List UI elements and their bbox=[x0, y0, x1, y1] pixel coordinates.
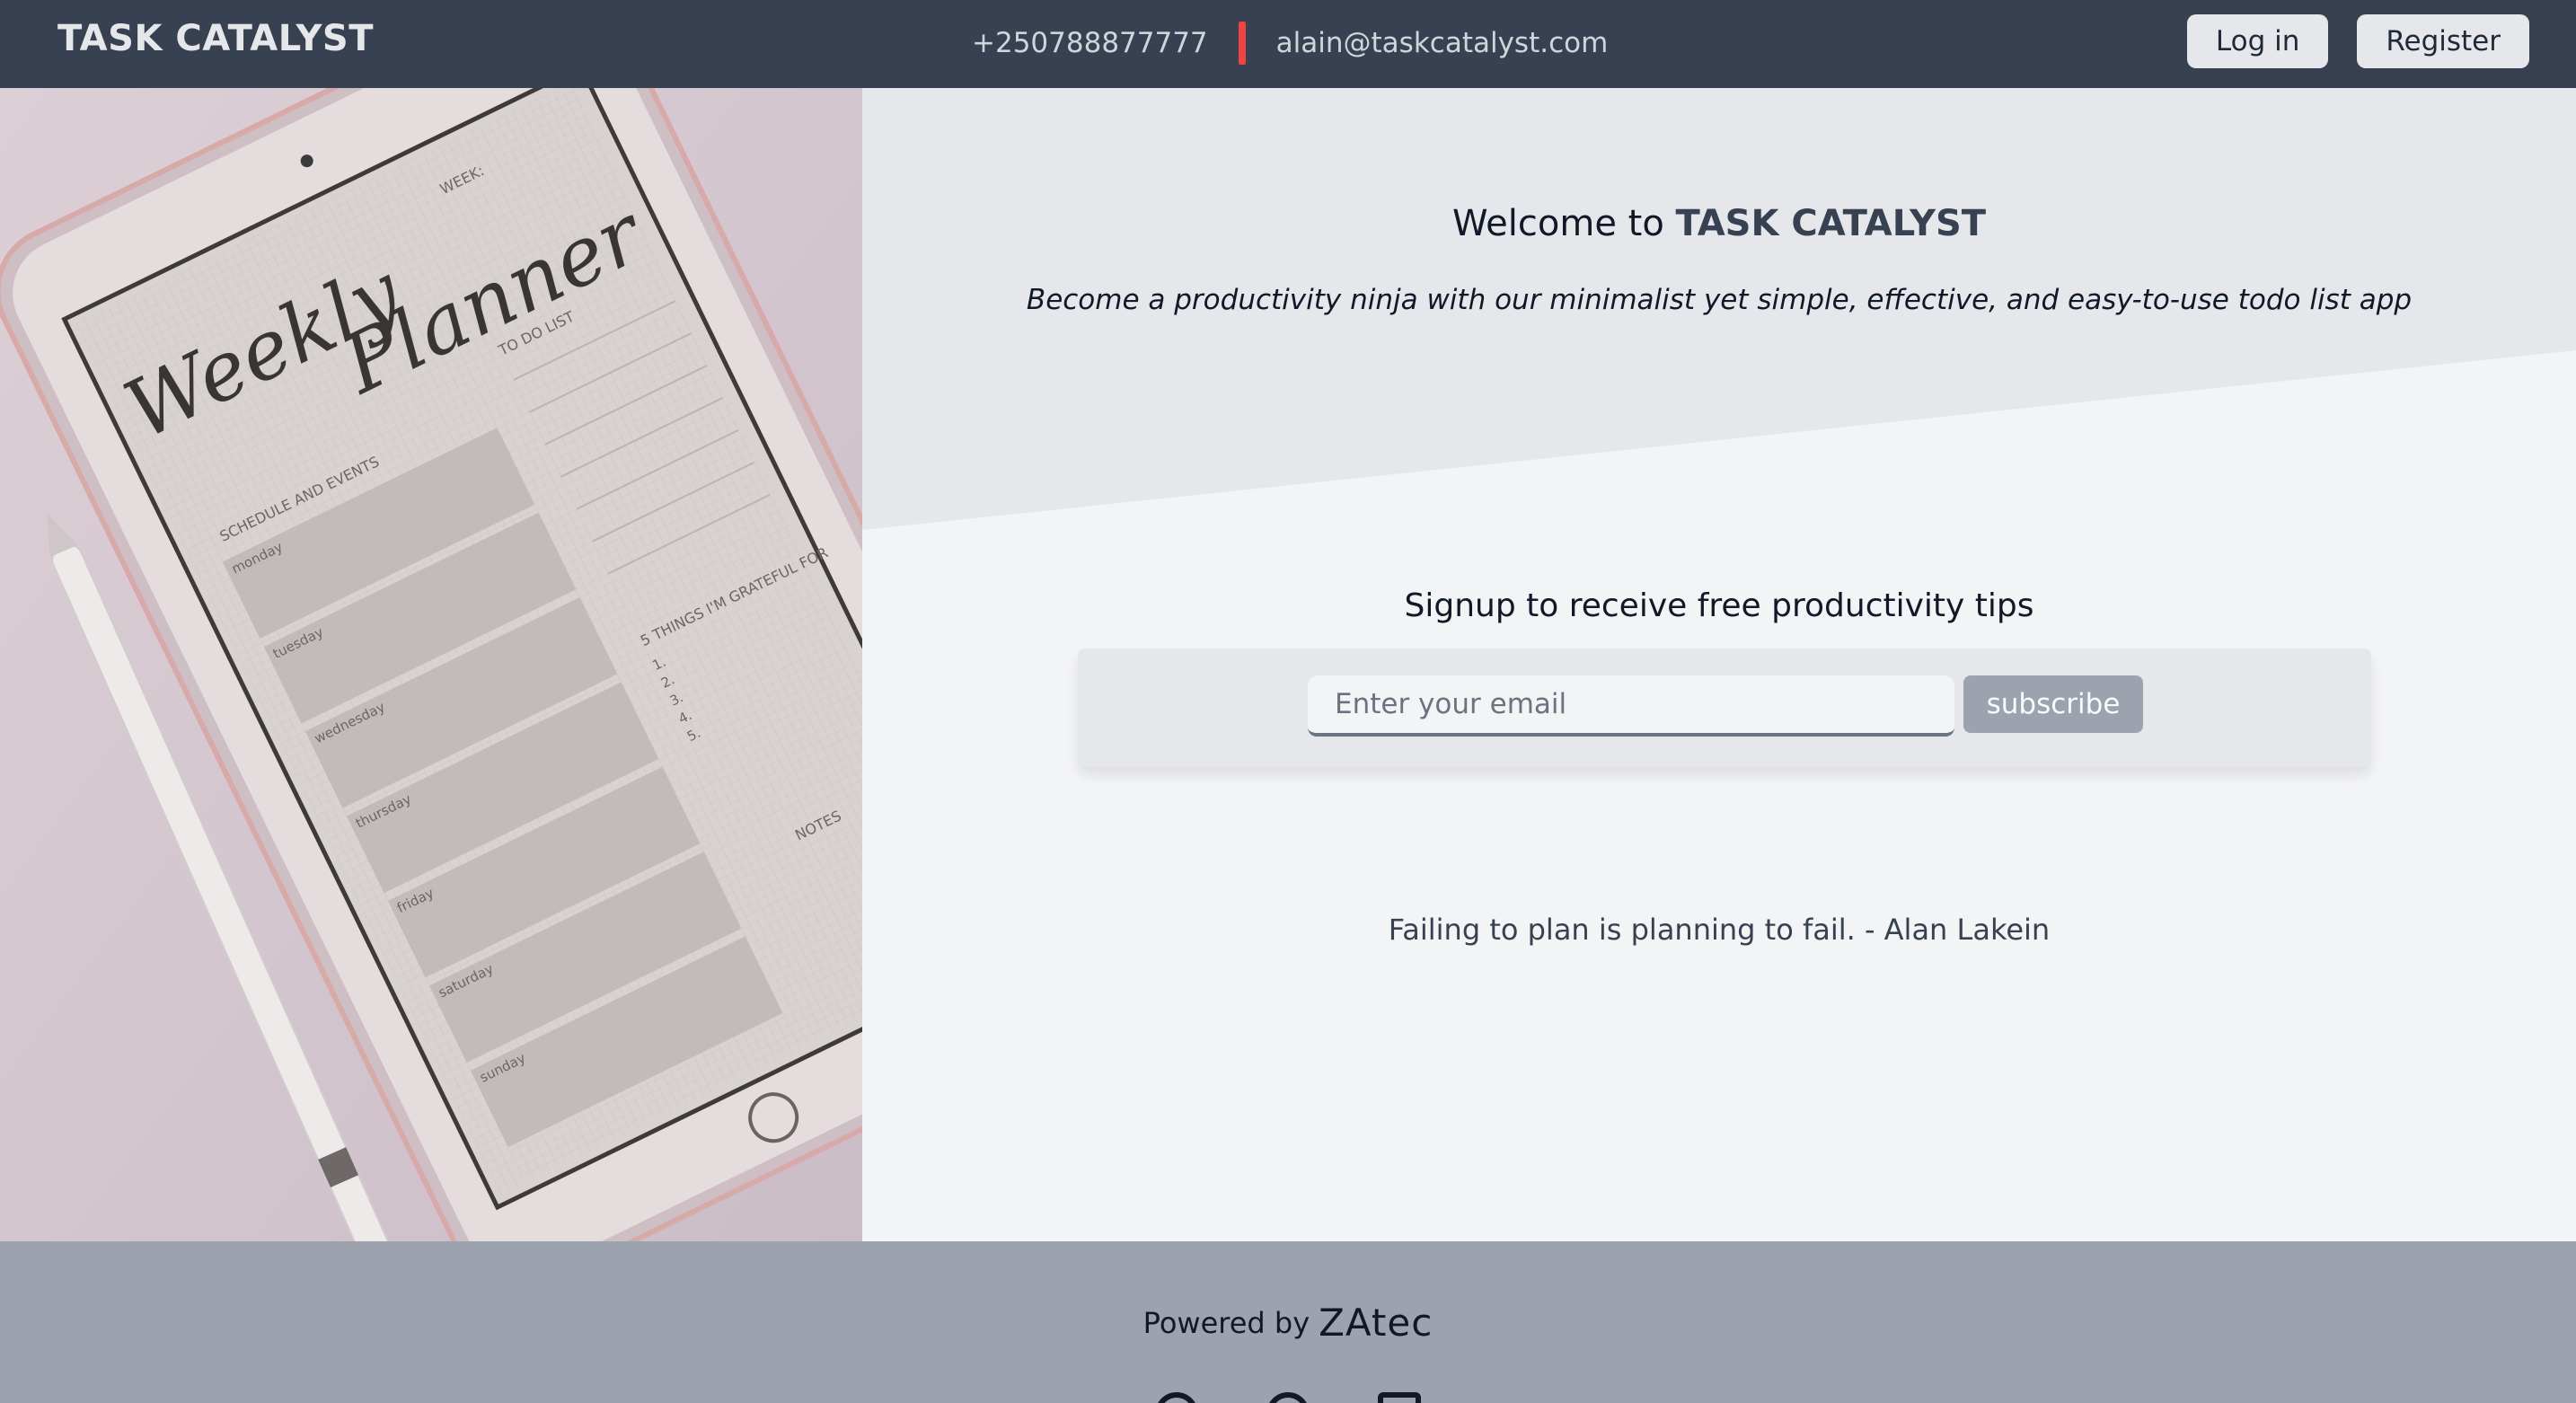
brand-logo[interactable]: TASK CATALYST bbox=[57, 18, 374, 59]
tagline: Become a productivity ninja with our min… bbox=[1026, 284, 2413, 316]
social-icon[interactable] bbox=[1155, 1392, 1198, 1403]
contact-separator bbox=[1238, 22, 1246, 65]
main-content: Welcome to TASK CATALYST Become a produc… bbox=[862, 88, 2576, 1241]
contact-info: +250788877777 alain@taskcatalyst.com bbox=[972, 22, 1608, 65]
social-links bbox=[1155, 1392, 1421, 1403]
top-navbar: TASK CATALYST +250788877777 alain@taskca… bbox=[0, 0, 2576, 88]
welcome-prefix: Welcome to bbox=[1451, 203, 1676, 244]
footer: Powered by ZAtec bbox=[0, 1241, 2576, 1403]
quote-text: Failing to plan is planning to fail. - A… bbox=[1388, 913, 2051, 947]
register-button[interactable]: Register bbox=[2357, 14, 2529, 68]
company-logo[interactable]: ZAtec bbox=[1319, 1301, 1433, 1345]
subscribe-button[interactable]: subscribe bbox=[1963, 675, 2143, 733]
signup-title: Signup to receive free productivity tips bbox=[1404, 587, 2034, 624]
signup-form: subscribe bbox=[1078, 649, 2371, 767]
login-button[interactable]: Log in bbox=[2186, 14, 2329, 68]
phone-number[interactable]: +250788877777 bbox=[972, 27, 1208, 59]
email-address[interactable]: alain@taskcatalyst.com bbox=[1276, 27, 1609, 59]
hero-image: Weekly Planner WEEK: TO DO LIST SCHEDULE… bbox=[0, 88, 862, 1241]
powered-by: Powered by ZAtec bbox=[0, 1301, 2576, 1345]
email-input[interactable] bbox=[1308, 675, 1954, 737]
tablet-planner-illustration: Weekly Planner WEEK: TO DO LIST SCHEDULE… bbox=[0, 88, 862, 1241]
powered-by-label: Powered by bbox=[1142, 1305, 1310, 1340]
social-icon[interactable] bbox=[1266, 1392, 1310, 1403]
welcome-brand: TASK CATALYST bbox=[1675, 203, 1987, 244]
auth-buttons: Log in Register bbox=[2186, 14, 2529, 68]
social-icon[interactable] bbox=[1378, 1392, 1421, 1403]
welcome-heading: Welcome to TASK CATALYST bbox=[862, 203, 2576, 244]
